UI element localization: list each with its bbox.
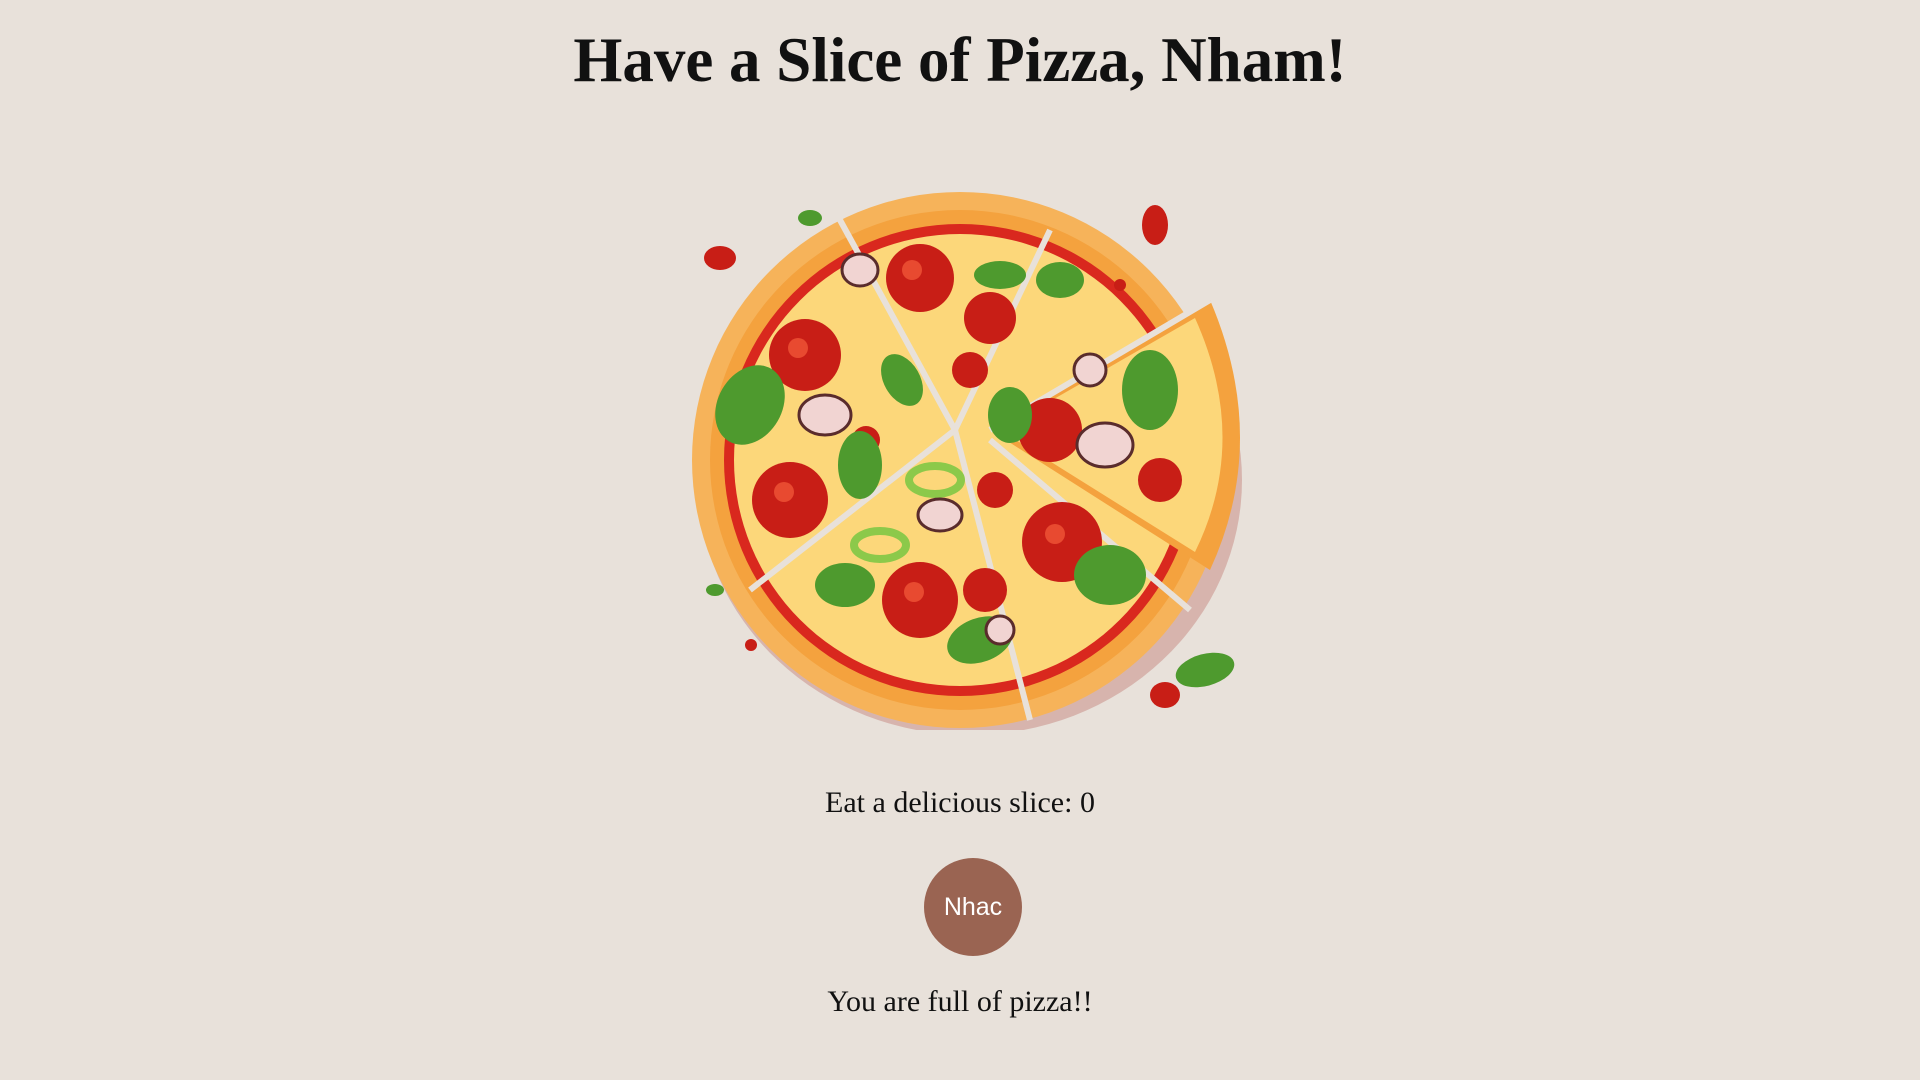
status-message: You are full of pizza!! [827,985,1093,1018]
page: Have a Slice of Pizza, Nham! Eat a delic… [0,0,1920,1080]
pizza-illustration-icon [692,192,1242,730]
music-button[interactable]: Nhac [924,858,1022,956]
slice-counter: Eat a delicious slice: 0 [825,786,1095,819]
page-title: Have a Slice of Pizza, Nham! [573,25,1347,95]
pizza-image[interactable] [690,190,1250,730]
